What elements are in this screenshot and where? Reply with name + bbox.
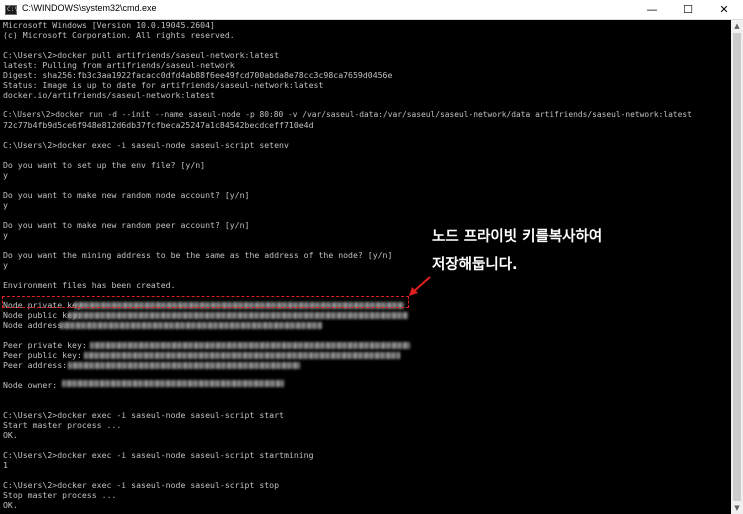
annotation-line-1: 노드 프라이빗 키를복사하여 — [432, 229, 603, 245]
arrow-icon — [409, 276, 431, 296]
scroll-up-icon[interactable]: ▲ — [731, 20, 743, 32]
vertical-scrollbar[interactable]: ▲ ▼ — [731, 20, 743, 514]
scroll-down-icon[interactable]: ▼ — [731, 502, 743, 514]
scroll-thumb[interactable] — [733, 33, 741, 501]
annotation-line-2: 저장해둡니다. — [432, 257, 518, 273]
